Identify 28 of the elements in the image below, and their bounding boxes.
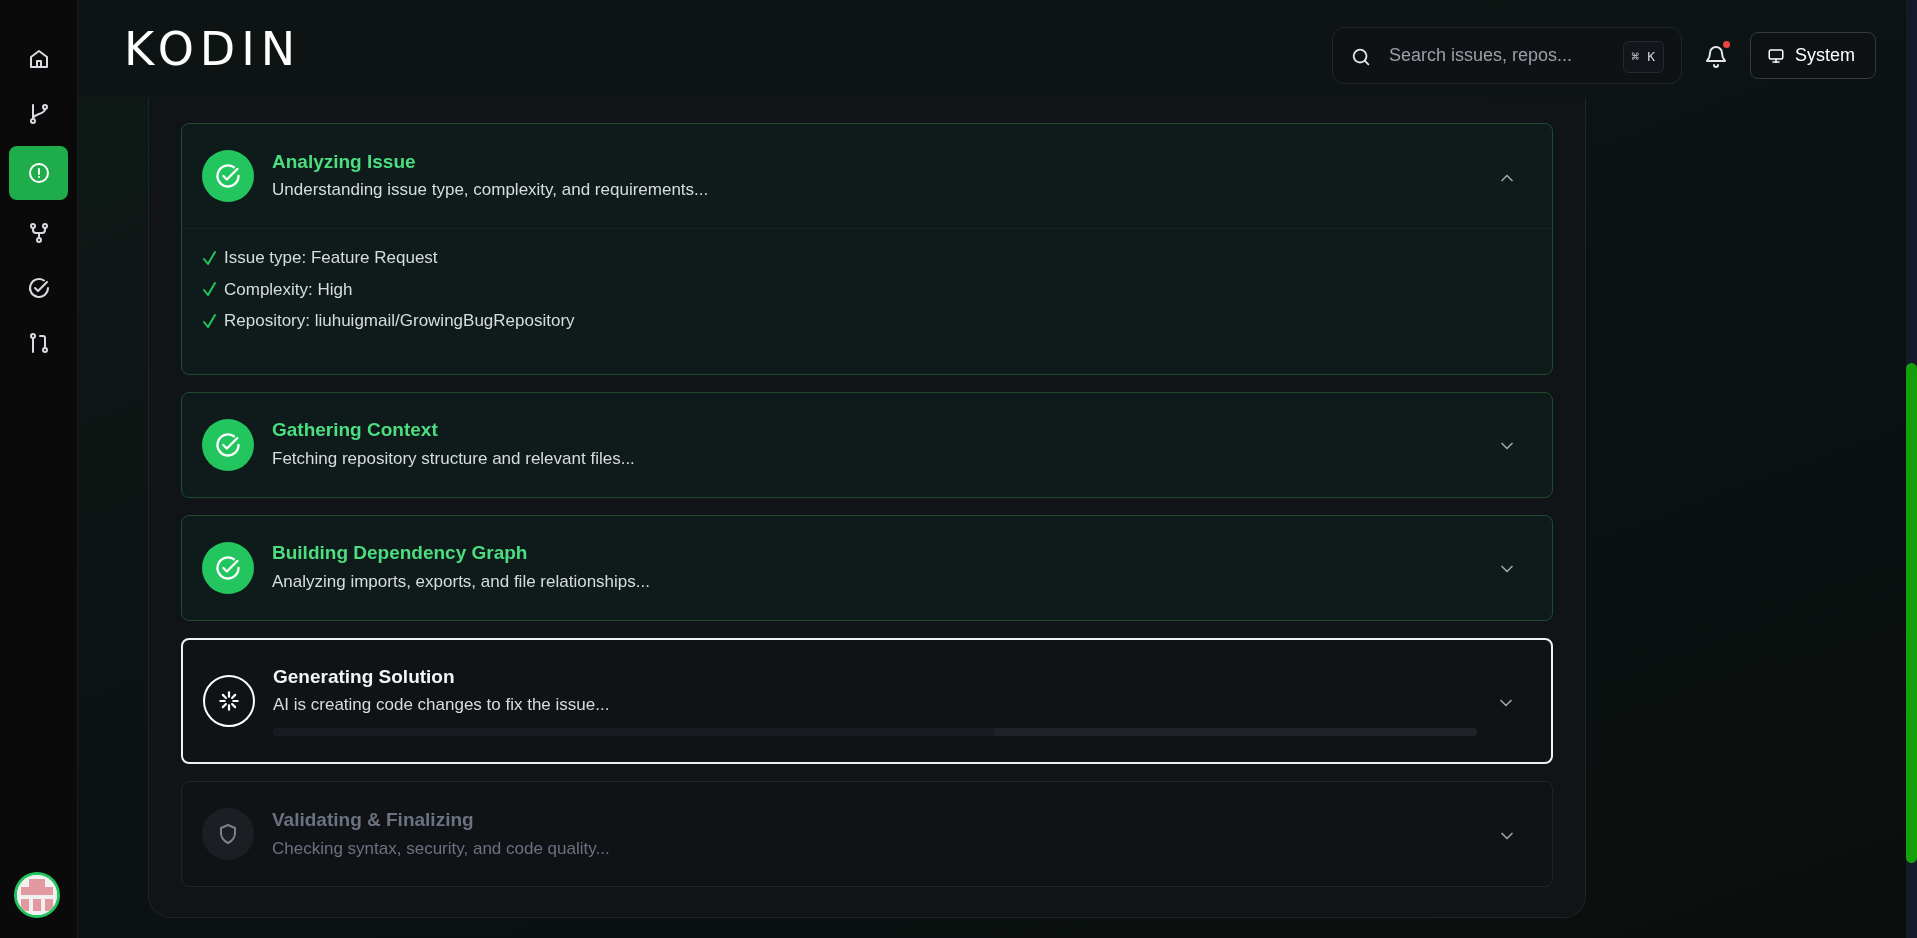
detail-text: Issue type: Feature Request: [224, 247, 438, 269]
check-circle-icon: [214, 430, 242, 459]
step-title: Building Dependency Graph: [272, 542, 529, 565]
step-description: Understanding issue type, complexity, and requirements...: [272, 179, 710, 202]
tick-icon: [202, 249, 216, 266]
check-circle-icon: [214, 553, 242, 582]
avatar[interactable]: [14, 872, 60, 918]
step-title: Gathering Context: [272, 419, 439, 442]
detail-text: Repository: liuhuigmail/GrowingBugRepository: [224, 310, 575, 332]
theme-button[interactable]: System: [1750, 32, 1876, 79]
pixel-avatar-icon: [17, 875, 57, 915]
scrollbar[interactable]: [1906, 0, 1917, 938]
step-title: Generating Solution: [273, 665, 456, 689]
tick-icon: [202, 281, 216, 298]
alert-icon: [26, 161, 51, 185]
shortcut-hint: ⌘ K: [1622, 41, 1664, 73]
step-title: Analyzing Issue: [272, 150, 417, 174]
logo: KODIN: [124, 25, 302, 72]
check-circle-icon: [26, 275, 51, 300]
step-description: Checking syntax, security, and code quality...: [272, 837, 611, 860]
step-description: Analyzing imports, exports, and file relationships...: [272, 570, 651, 593]
step-description: Fetching repository structure and relevant files...: [272, 447, 636, 470]
step-title: Validating & Finalizing: [272, 808, 475, 832]
detail-text: Complexity: High: [224, 278, 353, 301]
check-circle-icon: [214, 162, 242, 190]
monitor-icon: [1767, 46, 1785, 65]
step-description: AI is creating code changes to fix the issue...: [273, 694, 611, 717]
tick-icon: [202, 312, 216, 329]
